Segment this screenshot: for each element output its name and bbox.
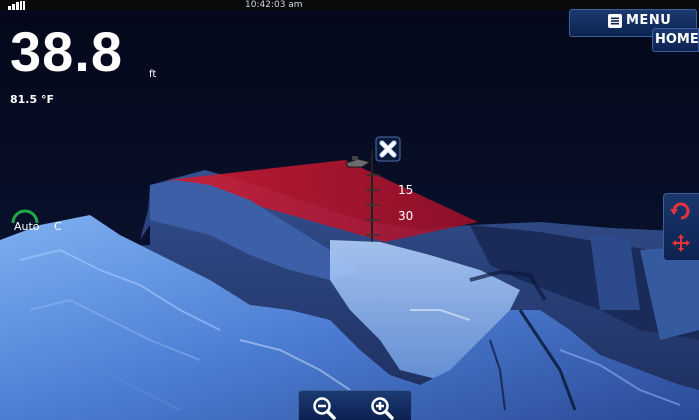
cursor-x-icon[interactable] [375, 136, 401, 162]
pan-move-icon[interactable] [670, 232, 692, 254]
water-temperature: 81.5 °F [10, 93, 54, 106]
depth-unit: ft [149, 69, 157, 80]
zoom-in-icon[interactable] [370, 396, 396, 420]
depth-readout: 38.8 [10, 20, 123, 83]
home-button[interactable]: HOME [652, 28, 699, 52]
clock: 10:42:03 am [245, 0, 303, 10]
sonar-3d-screen: 10:42:03 am MENU HOME 38.8 ft 81.5 °F Au… [0, 0, 699, 420]
menu-icon [608, 14, 622, 28]
signal-icon [8, 1, 25, 10]
rotate-icon[interactable] [669, 199, 693, 221]
zoom-out-icon[interactable] [312, 396, 338, 420]
depth-marker-15: 15 [398, 183, 414, 197]
home-label: HOME [655, 32, 699, 47]
autopilot-mode: C [54, 220, 62, 233]
menu-label: MENU [626, 13, 672, 28]
autopilot-label: Auto [14, 220, 40, 233]
depth-marker-30: 30 [398, 209, 414, 223]
